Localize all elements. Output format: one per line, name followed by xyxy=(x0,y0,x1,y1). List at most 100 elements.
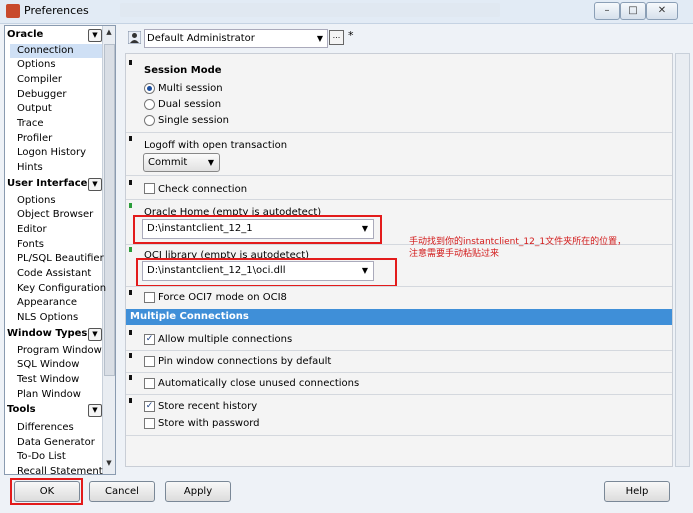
sidebar-item-differences[interactable]: Differences xyxy=(17,421,74,435)
sidebar-item-test-window[interactable]: Test Window xyxy=(17,373,79,387)
sidebar-item-options[interactable]: Options xyxy=(17,58,56,72)
category-tools[interactable]: Tools ▼ xyxy=(7,404,102,418)
category-label: Tools xyxy=(7,404,36,415)
user-profile-icon xyxy=(128,31,141,44)
row-marker xyxy=(129,353,132,358)
check-connection-checkbox[interactable] xyxy=(144,183,155,194)
checkbox-label: Automatically close unused connections xyxy=(158,378,360,389)
sidebar-item-plsql-beautifier[interactable]: PL/SQL Beautifier xyxy=(17,252,104,266)
logoff-select[interactable]: Commit ▼ xyxy=(143,153,220,172)
sidebar-item-plan-window[interactable]: Plan Window xyxy=(17,388,81,402)
annotation-line-2: 注意需要手动粘贴过来 xyxy=(409,249,500,259)
sidebar-item-connection[interactable]: Connection xyxy=(10,44,102,58)
sidebar-item-debugger[interactable]: Debugger xyxy=(17,88,67,102)
divider xyxy=(126,132,672,133)
modified-marker: * xyxy=(348,29,354,42)
multiple-connections-header: Multiple Connections xyxy=(126,309,672,325)
sidebar-item-compiler[interactable]: Compiler xyxy=(17,73,62,87)
chevron-down-icon[interactable]: ▼ xyxy=(208,154,214,171)
row-marker xyxy=(129,136,132,141)
preferences-app-icon xyxy=(6,4,20,18)
sidebar-item-sql-window[interactable]: SQL Window xyxy=(17,358,79,372)
category-window-types[interactable]: Window Types ▼ xyxy=(7,328,102,342)
sidebar-item-key-configuration[interactable]: Key Configuration xyxy=(17,282,106,296)
category-label: Oracle xyxy=(7,29,44,40)
profile-value: Default Administrator xyxy=(147,33,255,44)
store-password-checkbox[interactable] xyxy=(144,418,155,429)
apply-button[interactable]: Apply xyxy=(165,481,231,502)
panel-scrollbar[interactable] xyxy=(675,53,690,467)
row-marker xyxy=(129,60,132,65)
radio-label: Single session xyxy=(158,115,229,126)
store-history-checkbox[interactable]: ✓ xyxy=(144,401,155,412)
settings-area: Default Administrator ▼ ... * Session Mo… xyxy=(120,25,690,473)
sidebar-item-output[interactable]: Output xyxy=(17,102,52,116)
row-marker xyxy=(129,398,132,403)
sidebar-item-logon-history[interactable]: Logon History xyxy=(17,146,86,160)
logoff-value: Commit xyxy=(148,157,188,168)
sidebar-item-code-assistant[interactable]: Code Assistant xyxy=(17,267,91,281)
sidebar-item-appearance[interactable]: Appearance xyxy=(17,296,77,310)
radio-multi-session[interactable] xyxy=(144,83,155,94)
row-marker xyxy=(129,203,132,208)
radio-dual-session[interactable] xyxy=(144,99,155,110)
category-user-interface[interactable]: User Interface ▼ xyxy=(7,178,102,192)
chevron-down-icon[interactable]: ▼ xyxy=(88,178,102,191)
chevron-down-icon[interactable]: ▼ xyxy=(88,29,102,42)
sidebar-item-fonts[interactable]: Fonts xyxy=(17,238,44,252)
session-mode-title: Session Mode xyxy=(144,65,222,76)
preferences-category-tree[interactable]: ▲ ▼ Oracle ▼ Connection Options Compiler… xyxy=(4,25,116,475)
sidebar-item-hints[interactable]: Hints xyxy=(17,161,43,175)
divider xyxy=(126,286,672,287)
sidebar-item-data-generator[interactable]: Data Generator xyxy=(17,436,95,450)
force-oci7-checkbox[interactable] xyxy=(144,292,155,303)
divider xyxy=(126,199,672,200)
sidebar-item-todo-list[interactable]: To-Do List xyxy=(17,450,66,464)
profile-ellipsis-button[interactable]: ... xyxy=(329,30,344,45)
sidebar-item-program-window[interactable]: Program Window xyxy=(17,344,102,358)
divider xyxy=(126,175,672,176)
cancel-button[interactable]: Cancel xyxy=(89,481,155,502)
radio-label: Multi session xyxy=(158,83,223,94)
profile-select[interactable]: Default Administrator ▼ xyxy=(144,29,328,48)
radio-single-session[interactable] xyxy=(144,115,155,126)
allow-multiple-checkbox[interactable]: ✓ xyxy=(144,334,155,345)
category-oracle[interactable]: Oracle ▼ xyxy=(7,29,102,43)
chevron-down-icon[interactable]: ▼ xyxy=(317,30,323,47)
help-button[interactable]: Help xyxy=(604,481,670,502)
divider xyxy=(126,350,672,351)
sidebar-item-editor[interactable]: Editor xyxy=(17,223,47,237)
row-marker xyxy=(129,290,132,295)
chevron-down-icon[interactable]: ▼ xyxy=(88,328,102,341)
sidebar-item-object-browser[interactable]: Object Browser xyxy=(17,208,93,222)
blurred-background-toolbar xyxy=(120,3,500,17)
auto-close-checkbox[interactable] xyxy=(144,378,155,389)
connection-settings-panel: Session Mode Multi session Dual session … xyxy=(125,53,673,467)
highlight-box xyxy=(133,215,382,244)
maximize-icon[interactable]: □ xyxy=(620,2,646,20)
sidebar-item-profiler[interactable]: Profiler xyxy=(17,132,52,146)
category-label: User Interface xyxy=(7,178,88,189)
annotation-note: 手动找到你的instantclient_12_1文件夹所在的位置， 注意需要手动… xyxy=(409,236,626,260)
chevron-down-icon[interactable]: ▼ xyxy=(88,404,102,417)
logoff-label: Logoff with open transaction xyxy=(144,140,288,151)
minimize-icon[interactable]: – xyxy=(594,2,620,20)
sidebar-item-trace[interactable]: Trace xyxy=(17,117,44,131)
sidebar-item-nls-options[interactable]: NLS Options xyxy=(17,311,78,325)
scroll-down-icon[interactable]: ▼ xyxy=(105,459,113,469)
sidebar-scroll-thumb[interactable] xyxy=(104,44,115,376)
radio-label: Dual session xyxy=(158,99,222,110)
sidebar-scrollbar[interactable]: ▲ ▼ xyxy=(102,26,115,474)
divider xyxy=(126,372,672,373)
row-marker xyxy=(129,330,132,335)
checkbox-label: Store with password xyxy=(158,418,260,429)
sidebar-item-recall-statement[interactable]: Recall Statement xyxy=(17,465,103,474)
sidebar-item-ui-options[interactable]: Options xyxy=(17,194,56,208)
divider xyxy=(126,394,672,395)
close-icon[interactable]: ✕ xyxy=(646,2,678,20)
row-marker xyxy=(129,375,132,380)
row-marker xyxy=(129,247,132,252)
checkbox-label: Force OCI7 mode on OCI8 xyxy=(158,292,287,303)
pin-window-checkbox[interactable] xyxy=(144,356,155,367)
scroll-up-icon[interactable]: ▲ xyxy=(105,28,113,38)
